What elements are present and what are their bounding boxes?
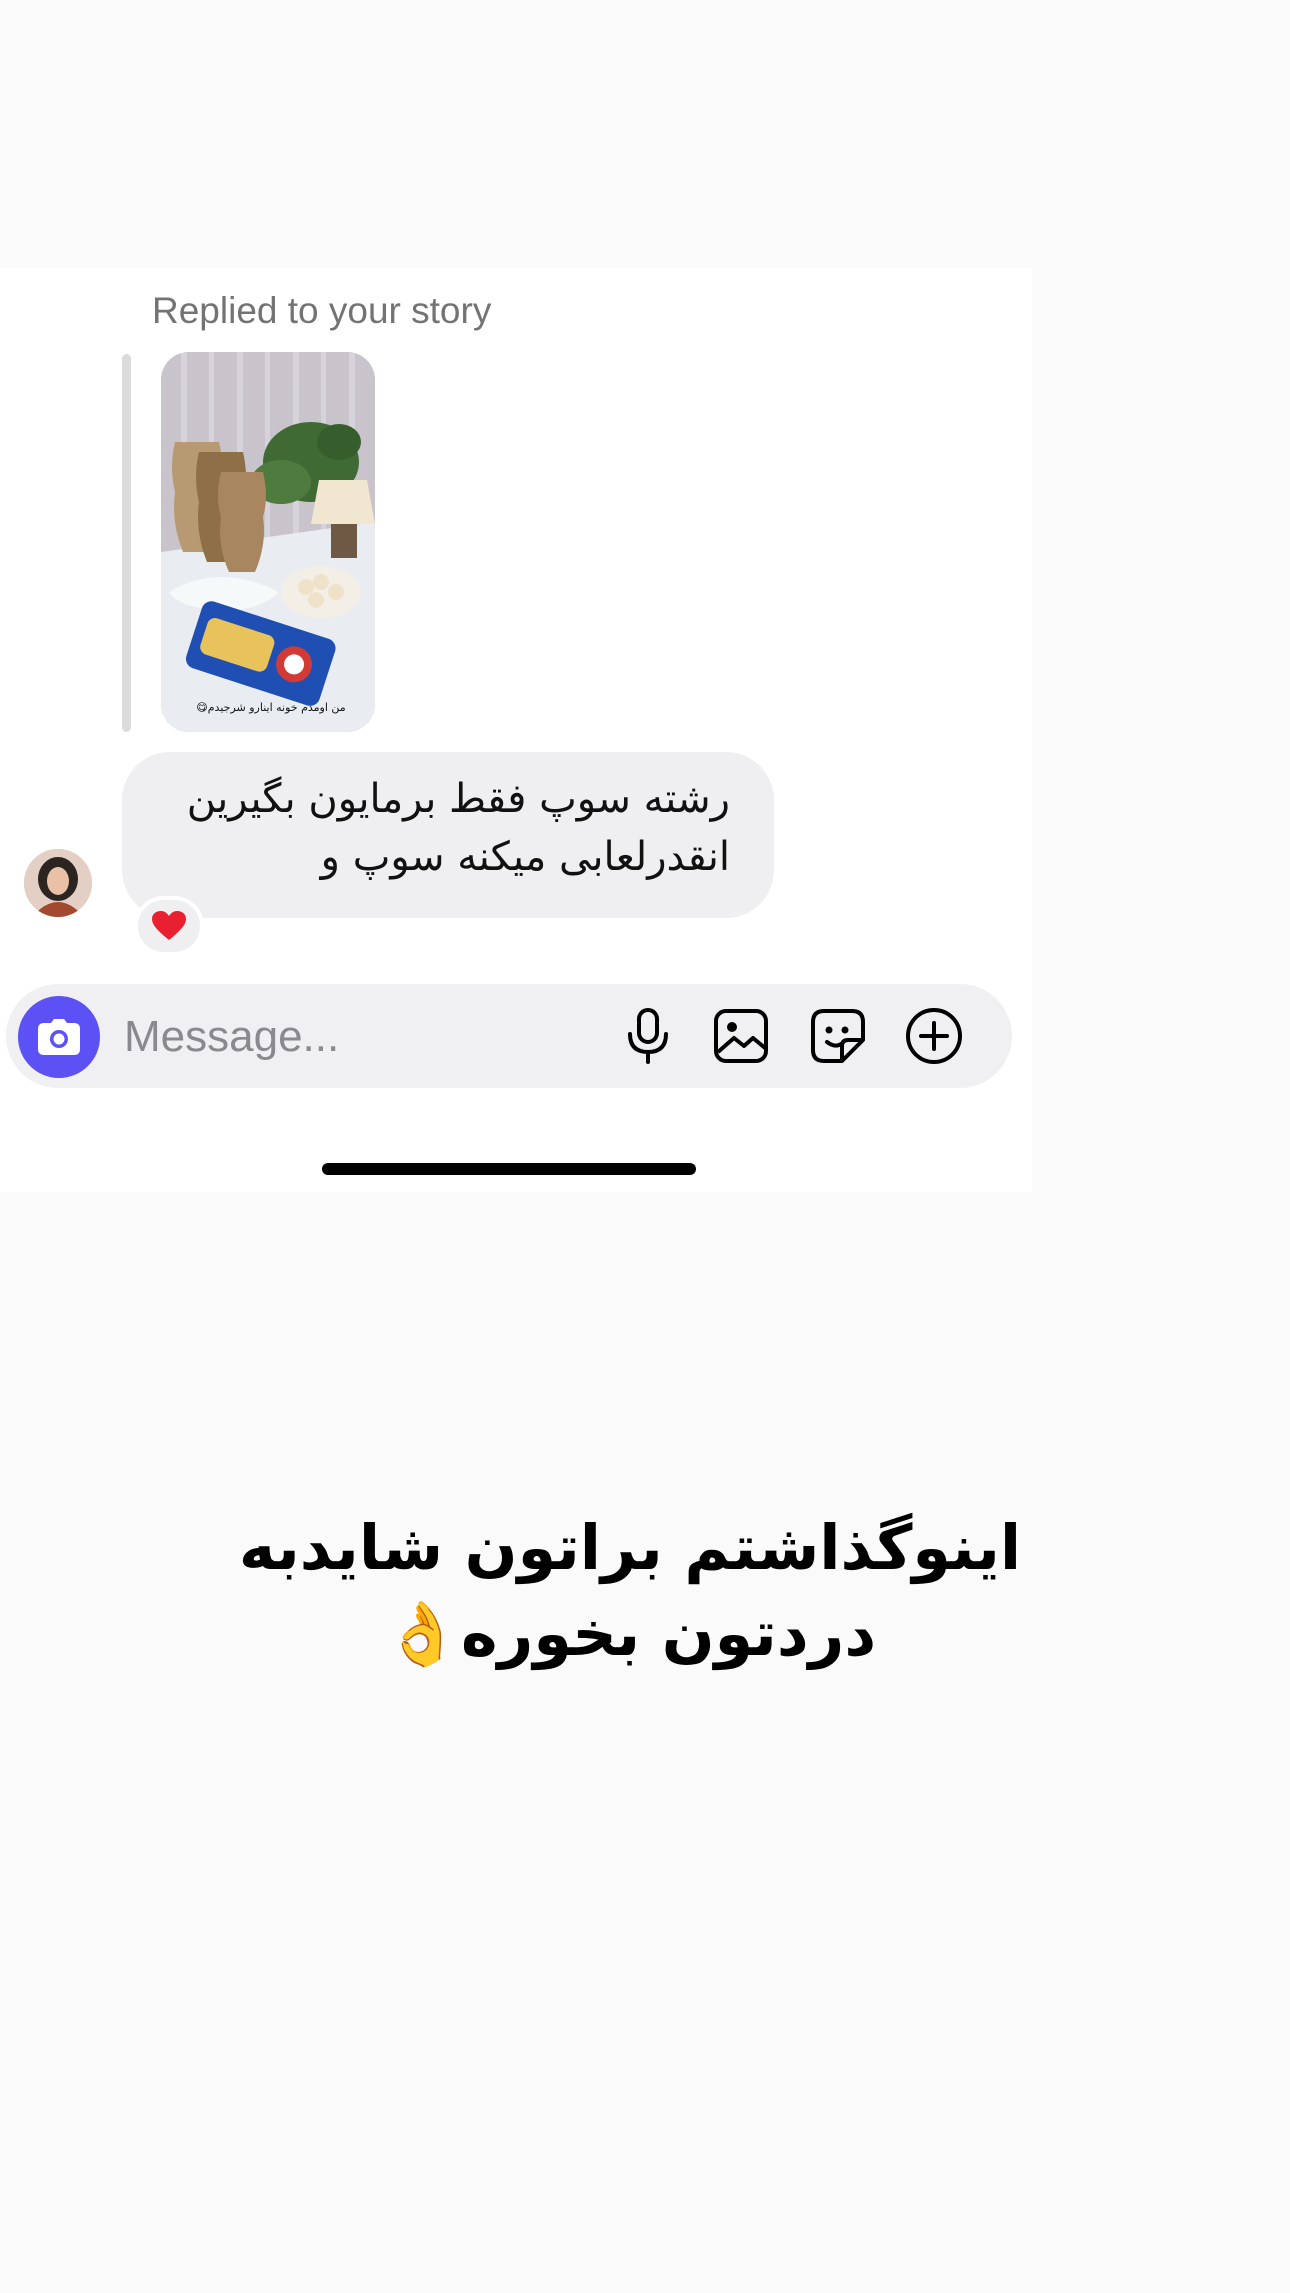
story-caption: من اومدم خونه اینارو شرجیدم😋: [196, 701, 346, 714]
story-image: [161, 352, 375, 732]
sticker-button[interactable]: [808, 1006, 868, 1066]
avatar-image: [24, 849, 92, 917]
microphone-icon: [628, 1008, 668, 1064]
message-bubble[interactable]: رشته سوپ فقط برمایون بگیرین انقدرلعابی م…: [122, 752, 774, 918]
heart-reaction[interactable]: [134, 896, 204, 956]
gallery-button[interactable]: [711, 1006, 771, 1066]
heart-icon: [152, 911, 186, 940]
voice-message-button[interactable]: [618, 1006, 678, 1066]
sticker-icon: [811, 1009, 865, 1063]
message-text: رشته سوپ فقط برمایون بگیرین انقدرلعابی م…: [186, 776, 730, 880]
gallery-icon: [714, 1009, 768, 1063]
camera-icon: [38, 1019, 80, 1055]
message-composer: [6, 984, 1012, 1088]
avatar[interactable]: [24, 849, 92, 917]
message-input[interactable]: [122, 1002, 606, 1072]
chat-panel: Replied to your story من اومدم خونه اینا…: [0, 268, 1032, 1192]
story-overlay-text: اینوگذاشتم براتون شایدبه دردتون بخوره👌: [238, 1511, 1022, 1670]
more-options-button[interactable]: [904, 1006, 964, 1066]
home-indicator: [322, 1163, 696, 1175]
camera-button[interactable]: [18, 996, 100, 1078]
replied-to-story-label: Replied to your story: [152, 290, 492, 331]
quote-bar: [122, 354, 131, 732]
plus-icon: [906, 1008, 962, 1064]
story-thumbnail[interactable]: من اومدم خونه اینارو شرجیدم😋: [161, 352, 375, 732]
